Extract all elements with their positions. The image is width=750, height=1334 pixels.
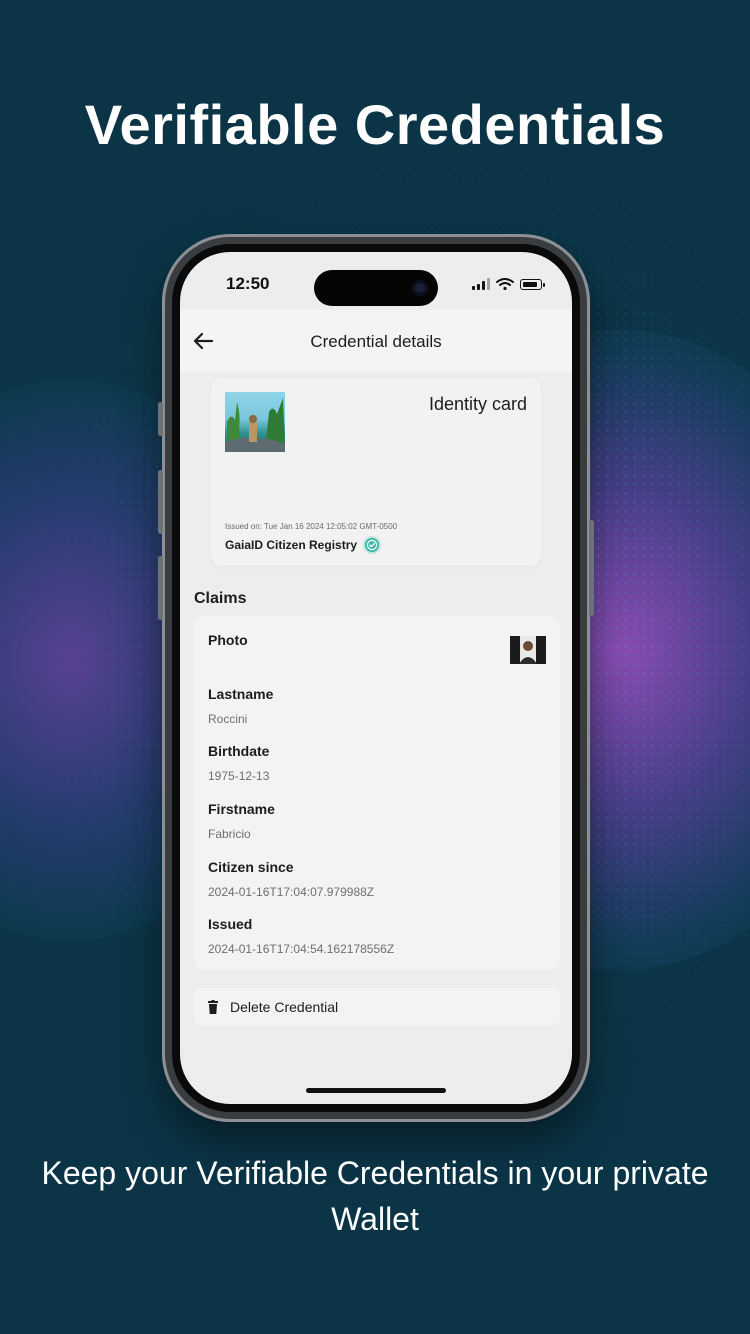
phone-mockup: 12:50 Credential details Identity card I…: [158, 234, 594, 1122]
claim-label-photo: Photo: [208, 632, 248, 648]
claim-label-firstname: Firstname: [208, 801, 275, 817]
claim-value-issued: 2024-01-16T17:04:54.162178556Z: [208, 942, 395, 956]
promo-caption: Keep your Verifiable Credentials in your…: [41, 1155, 709, 1237]
issuer: GaiaID Citizen Registry: [225, 538, 380, 552]
verified-check-icon: [365, 538, 380, 552]
page-title: Credential details: [310, 332, 442, 351]
side-button-mute: [158, 402, 163, 436]
credential-card[interactable]: Identity card Issued on: Tue Jan 16 2024…: [211, 378, 541, 566]
claims-list: Photo Lastname Roccini Birthdate 1975-12…: [194, 616, 560, 970]
claim-label-birthdate: Birthdate: [208, 743, 270, 759]
delete-credential-label: Delete Credential: [230, 999, 339, 1015]
phone-bezel: 12:50 Credential details Identity card I…: [172, 244, 580, 1112]
side-button-volume-up: [158, 470, 163, 534]
claim-value-citizen-since: 2024-01-16T17:04:07.979988Z: [208, 885, 375, 899]
side-button-power: [589, 520, 594, 616]
battery-icon: [520, 279, 545, 290]
promo-headline: Verifiable Credentials: [84, 93, 666, 156]
claim-label-citizen-since: Citizen since: [208, 859, 294, 875]
delete-credential-button[interactable]: Delete Credential: [194, 988, 560, 1026]
claim-photo-thumbnail[interactable]: [510, 636, 546, 664]
wifi-icon: [496, 278, 514, 290]
status-icons: [472, 278, 545, 290]
claim-label-lastname: Lastname: [208, 686, 274, 702]
home-indicator[interactable]: [306, 1088, 446, 1093]
claim-value-lastname: Roccini: [208, 712, 248, 726]
side-button-volume-down: [158, 556, 163, 620]
dynamic-island: [314, 270, 438, 306]
claim-value-firstname: Fabricio: [208, 827, 251, 841]
trash-icon: [208, 1000, 218, 1014]
phone-screen: 12:50 Credential details Identity card I…: [180, 252, 572, 1104]
claim-value-birthdate: 1975-12-13: [208, 769, 270, 783]
credential-image: [225, 392, 285, 452]
status-time: 12:50: [226, 274, 270, 293]
issued-on-text: Issued on: Tue Jan 16 2024 12:05:02 GMT-…: [225, 522, 398, 531]
claims-heading: Claims: [194, 590, 247, 607]
camera-icon: [412, 280, 428, 296]
app-header: Credential details: [180, 310, 572, 372]
issuer-name: GaiaID Citizen Registry: [225, 538, 358, 552]
credential-type: Identity card: [428, 394, 527, 414]
claim-label-issued: Issued: [208, 916, 253, 932]
signal-icon: [472, 278, 490, 290]
